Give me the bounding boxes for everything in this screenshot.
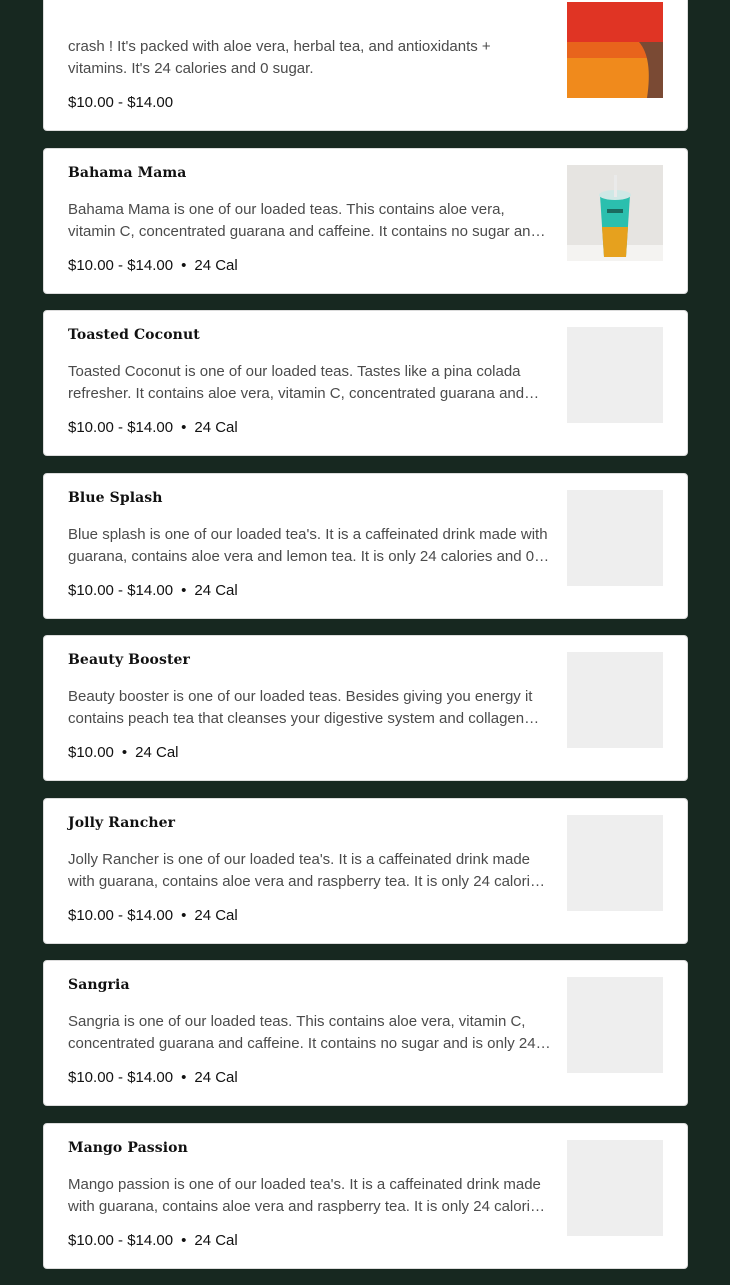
menu-item-price: $10.00 - $14.00 [68, 419, 174, 436]
separator-dot: • [181, 581, 187, 599]
menu-item-card[interactable]: Beauty Booster Beauty booster is one of … [43, 635, 688, 781]
menu-item-calories: 24 Cal [194, 419, 238, 436]
menu-item-card[interactable]: crash ! It's packed with aloe vera, herb… [43, 0, 688, 131]
menu-item-calories: 24 Cal [135, 744, 179, 761]
menu-item-calories: 24 Cal [194, 1069, 238, 1086]
menu-item-title: Beauty Booster [68, 652, 191, 668]
menu-item-title: Jolly Rancher [68, 814, 176, 831]
menu-item-image-placeholder [567, 1139, 663, 1236]
menu-item-image [567, 2, 663, 98]
separator-dot: • [181, 419, 187, 436]
menu-item-card[interactable]: Bahama Mama Bahama Mama is one of our lo… [43, 147, 688, 294]
menu-item-price: $10.00 [68, 744, 114, 761]
menu-item-card[interactable]: Sangria Sangria is one of our loaded tea… [43, 960, 688, 1106]
menu-item-image-placeholder [567, 652, 663, 748]
menu-item-price-row: $10.00 - $14.00 • 24 Cal [68, 1232, 238, 1249]
drink-photo-icon [567, 2, 663, 98]
separator-dot: • [181, 256, 187, 274]
menu-item-calories: 24 Cal [194, 581, 238, 599]
menu-item-description: Sangria is one of our loaded teas. This … [68, 1013, 536, 1052]
drink-photo-icon [567, 164, 663, 261]
menu-item-price: $10.00 - $14.00 [68, 906, 174, 924]
menu-item-image [567, 164, 663, 261]
menu-item-calories: 24 Cal [194, 256, 238, 274]
menu-item-description: Jolly Rancher is one of our loaded tea's… [68, 850, 546, 890]
menu-item-description: Bahama Mama is one of our loaded teas. T… [68, 200, 539, 240]
menu-item-title: Mango Passion [68, 1139, 188, 1156]
menu-item-price: $10.00 - $14.00 [68, 581, 174, 599]
menu-item-price: $10.00 - $14.00 [68, 1069, 174, 1086]
separator-dot: • [181, 1069, 187, 1086]
menu-item-title: Blue Splash [68, 489, 163, 506]
menu-item-card[interactable]: Toasted Coconut Toasted Coconut is one o… [43, 310, 688, 456]
menu-item-card[interactable]: Jolly Rancher Jolly Rancher is one of ou… [43, 797, 688, 944]
menu-item-description: Mango passion is one of our loaded tea's… [68, 1175, 546, 1215]
menu-item-price-row: $10.00 • 24 Cal [68, 744, 179, 761]
separator-dot: • [121, 744, 128, 761]
menu-item-calories: 24 Cal [194, 1231, 238, 1249]
menu-item-description: crash ! It's packed with aloe vera, herb… [68, 38, 491, 77]
menu-item-image-placeholder [567, 977, 663, 1073]
menu-item-title: Bahama Mama [68, 164, 187, 181]
menu-item-card[interactable]: Blue Splash Blue splash is one of our lo… [43, 472, 688, 619]
menu-item-description: Toasted Coconut is one of our loaded tea… [68, 363, 525, 402]
menu-item-card[interactable]: Mango Passion Mango passion is one of ou… [43, 1122, 688, 1269]
menu-item-price-row: $10.00 - $14.00 • 24 Cal [68, 907, 238, 924]
menu-item-price: $10.00 - $14.00 [68, 94, 174, 111]
menu-item-price-row: $10.00 - $14.00 • 24 Cal [68, 582, 238, 599]
menu-item-title: Sangria [68, 977, 130, 993]
menu-item-price-row: $10.00 - $14.00 [68, 94, 173, 111]
menu-item-title: Toasted Coconut [68, 327, 200, 343]
menu-item-image-placeholder [567, 814, 663, 911]
menu-item-price-row: $10.00 - $14.00 • 24 Cal [68, 257, 238, 274]
menu-item-list: crash ! It's packed with aloe vera, herb… [43, 0, 688, 1285]
menu-item-price-row: $10.00 - $14.00 • 24 Cal [68, 419, 238, 436]
menu-item-description: Beauty booster is one of our loaded teas… [68, 688, 533, 727]
separator-dot: • [181, 906, 187, 924]
menu-item-price-row: $10.00 - $14.00 • 24 Cal [68, 1069, 238, 1086]
menu-item-price: $10.00 - $14.00 [68, 1231, 174, 1249]
menu-item-price: $10.00 - $14.00 [68, 256, 174, 274]
separator-dot: • [181, 1231, 187, 1249]
menu-item-calories: 24 Cal [194, 906, 238, 924]
menu-item-image-placeholder [567, 327, 663, 423]
menu-item-image-placeholder [567, 489, 663, 586]
menu-item-description: Blue splash is one of our loaded tea's. … [68, 525, 548, 565]
